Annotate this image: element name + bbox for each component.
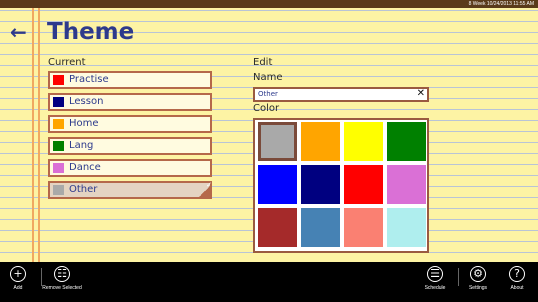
theme-color-swatch: [53, 97, 64, 107]
theme-list-item[interactable]: Dance: [48, 159, 212, 177]
color-swatch[interactable]: [387, 122, 426, 161]
notebook-margin-line: [32, 8, 34, 262]
current-section-label: Current: [48, 57, 86, 68]
theme-color-swatch: [53, 163, 64, 173]
plus-icon: +: [10, 266, 26, 282]
question-icon: ?: [509, 266, 525, 282]
theme-color-swatch: [53, 75, 64, 85]
color-swatch[interactable]: [301, 122, 340, 161]
app-bar-button-label: Remove Selected: [42, 285, 82, 291]
color-swatch[interactable]: [344, 165, 383, 204]
add-button[interactable]: + Add: [0, 266, 38, 291]
theme-name-label: Lang: [69, 140, 94, 151]
edit-section-label: Edit: [253, 57, 273, 68]
color-swatch[interactable]: [344, 208, 383, 247]
page-title: Theme: [47, 19, 135, 45]
color-swatch[interactable]: [344, 122, 383, 161]
color-picker-label: Color: [253, 103, 280, 114]
theme-list-item[interactable]: Practise: [48, 71, 212, 89]
color-swatch[interactable]: [387, 165, 426, 204]
theme-color-swatch: [53, 141, 64, 151]
color-swatch[interactable]: [301, 165, 340, 204]
back-button[interactable]: ←: [10, 20, 36, 44]
theme-name-label: Home: [69, 118, 99, 129]
trash-icon: ☷: [54, 266, 70, 282]
about-button[interactable]: ? About: [497, 266, 537, 291]
theme-list-item[interactable]: Lesson: [48, 93, 212, 111]
theme-color-swatch: [53, 119, 64, 129]
theme-color-swatch: [53, 185, 64, 195]
schedule-button[interactable]: ☰ Schedule: [415, 266, 455, 291]
app-bar-button-label: Add: [13, 285, 23, 291]
color-swatch[interactable]: [387, 208, 426, 247]
settings-button[interactable]: ⚙ Settings: [458, 266, 498, 291]
app-bar-divider: [41, 268, 42, 286]
name-input[interactable]: Other ✕: [253, 87, 429, 102]
back-arrow-icon: ←: [10, 20, 27, 44]
theme-name-label: Other: [69, 184, 98, 195]
theme-name-label: Lesson: [69, 96, 104, 107]
app-bar-button-label: Schedule: [424, 285, 446, 291]
theme-list-item[interactable]: Home: [48, 115, 212, 133]
schedule-list-icon: ☰: [427, 266, 443, 282]
close-icon[interactable]: ✕: [417, 88, 425, 100]
color-picker-grid: [253, 118, 429, 253]
system-status-bar: 8 Week 10/24/2013 11:55 AM: [0, 0, 538, 8]
selected-check-icon: ✓: [197, 181, 212, 199]
color-swatch[interactable]: [301, 208, 340, 247]
theme-name-label: Dance: [69, 162, 101, 173]
app-bar-divider: [458, 268, 459, 286]
theme-name-label: Practise: [69, 74, 109, 85]
app-bar-button-label: Settings: [468, 285, 488, 291]
color-swatch[interactable]: [258, 165, 297, 204]
theme-list-item[interactable]: Other ✓: [48, 181, 212, 199]
notebook-margin-line: [38, 8, 40, 262]
theme-list: Practise Lesson Home Lang Dance Other ✓: [48, 71, 212, 203]
color-swatch[interactable]: [258, 122, 297, 161]
color-swatch[interactable]: [258, 208, 297, 247]
name-input-value[interactable]: Other: [258, 89, 278, 100]
remove-selected-button[interactable]: ☷ Remove Selected: [42, 266, 82, 291]
app-bar-button-label: About: [510, 285, 524, 291]
gear-icon: ⚙: [470, 266, 486, 282]
theme-list-item[interactable]: Lang: [48, 137, 212, 155]
name-field-label: Name: [253, 72, 283, 83]
